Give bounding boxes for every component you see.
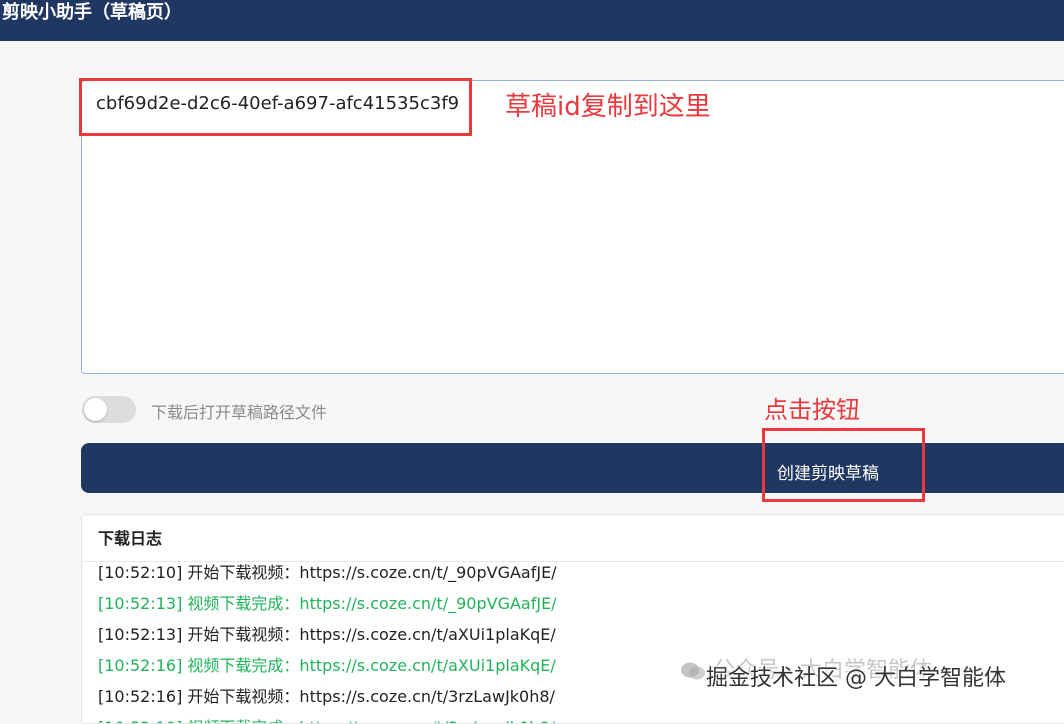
watermark-juejin: 掘金技术社区 @ 大白学智能体: [706, 666, 1006, 691]
download-log-panel: 下载日志 [10:52:10] 开始下载视频：https://s.coze.cn…: [81, 514, 1064, 724]
title-bar: 剪映小助手（草稿页）: [0, 0, 1064, 41]
open-folder-toggle-label: 下载后打开草稿路径文件: [151, 403, 328, 422]
annotation-input-note: 草稿id复制到这里: [505, 92, 711, 122]
download-log-title: 下载日志: [82, 515, 1064, 562]
log-line: [10:52:13] 开始下载视频：https://s.coze.cn/t/aX…: [98, 625, 556, 644]
annotation-button-note: 点击按钮: [764, 396, 860, 424]
log-line: [10:52:10] 开始下载视频：https://s.coze.cn/t/_9…: [98, 563, 557, 582]
open-folder-toggle[interactable]: [82, 396, 136, 423]
app-title: 剪映小助手（草稿页）: [2, 2, 182, 23]
wechat-icon: [681, 662, 705, 680]
toggle-knob: [84, 398, 107, 421]
annotation-highlight-input: [79, 78, 472, 136]
log-line: [10:52:19] 视频下载完成：https://s.coze.cn/t/3r…: [98, 712, 1058, 723]
annotation-highlight-button: [762, 428, 925, 502]
log-lines[interactable]: [10:52:10] 开始下载视频：https://s.coze.cn/t/_9…: [98, 557, 1058, 723]
log-line: [10:52:13] 视频下载完成：https://s.coze.cn/t/_9…: [98, 594, 557, 613]
